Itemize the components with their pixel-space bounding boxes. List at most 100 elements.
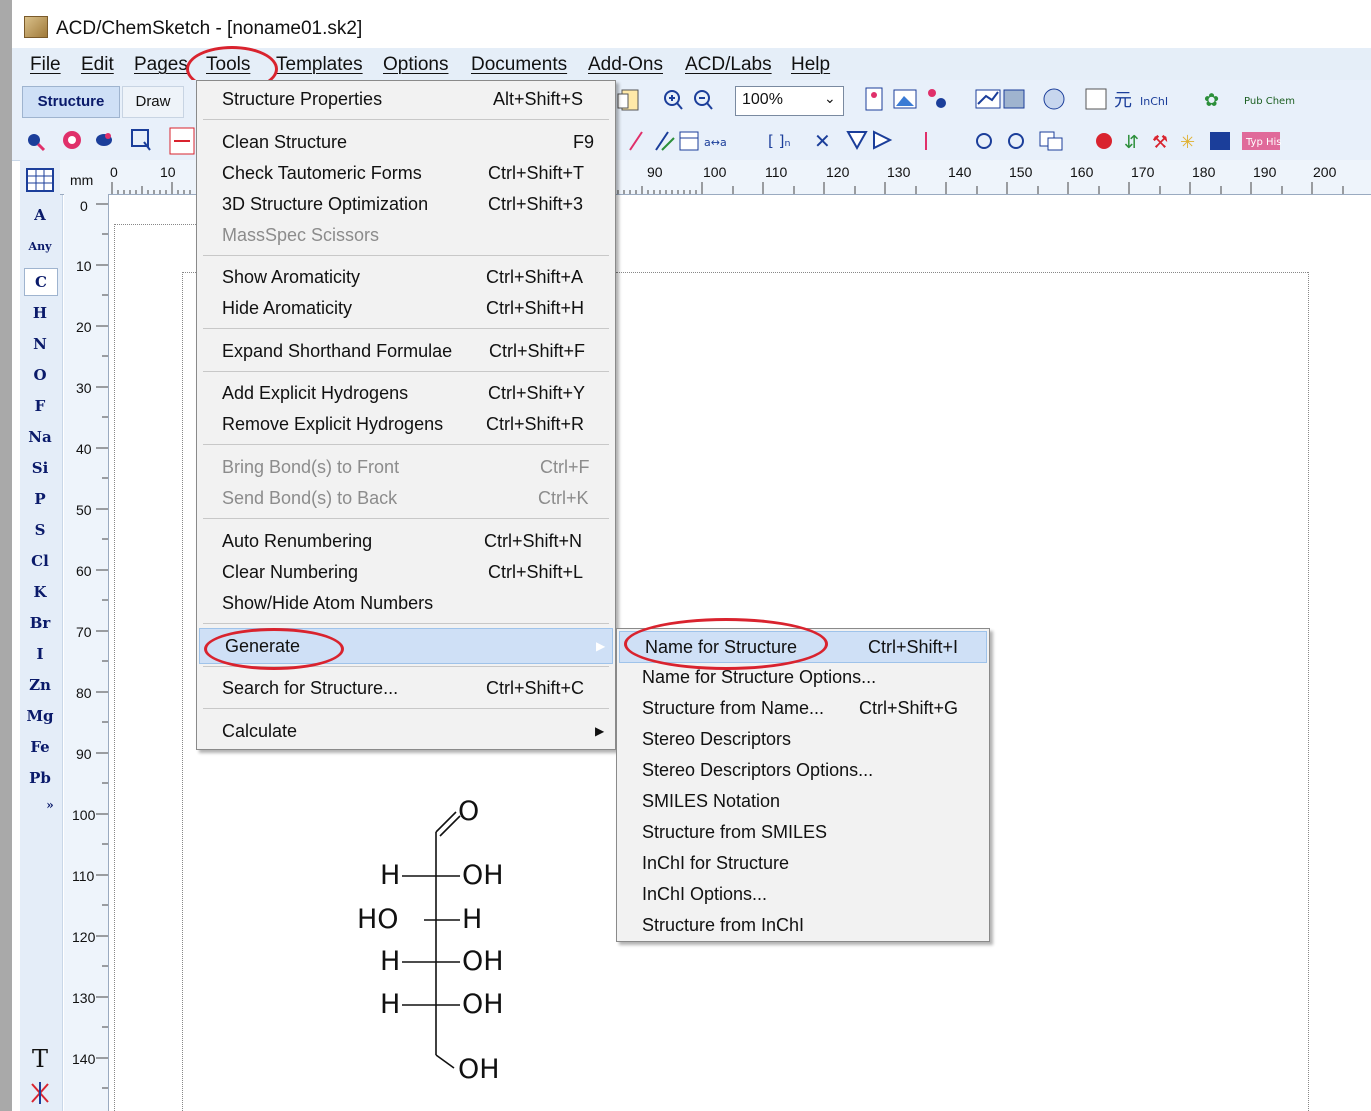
menu-item-structure-properties[interactable]: Structure Properties Alt+Shift+S: [197, 84, 615, 114]
menu-item-bring-bonds-to-front[interactable]: Bring Bond(s) to Front Ctrl+F: [197, 452, 615, 482]
mol-info-icon[interactable]: [1210, 132, 1230, 150]
reaction-arrow-icon[interactable]: [655, 131, 675, 151]
menu-item-stereo-descriptors[interactable]: Stereo Descriptors: [617, 724, 989, 754]
run-icon[interactable]: ⚒: [1152, 132, 1168, 153]
menu-item-show-hide-atom-numbers[interactable]: Show/Hide Atom Numbers: [197, 588, 615, 618]
tautomer-icon[interactable]: [1085, 88, 1107, 110]
menu-options[interactable]: Options: [383, 54, 448, 76]
name-icon[interactable]: 元: [1114, 90, 1132, 111]
menu-acdlabs[interactable]: ACD/Labs: [685, 54, 772, 76]
typ-his-icon[interactable]: Typ His: [1242, 132, 1282, 150]
menu-item-name-for-structure-options[interactable]: Name for Structure Options...: [617, 662, 989, 692]
3d-viewer-icon[interactable]: [865, 87, 883, 111]
pubchem-icon[interactable]: Pub Chem: [1244, 96, 1295, 107]
atom-o-button[interactable]: O: [24, 362, 56, 388]
atom-c-button[interactable]: C: [24, 268, 58, 296]
menu-item-calculate[interactable]: Calculate ▶: [197, 716, 615, 746]
menu-pages[interactable]: Pages: [134, 54, 188, 76]
menu-item-check-tautomeric-forms[interactable]: Check Tautomeric Forms Ctrl+Shift+T: [197, 158, 615, 188]
menu-item-inchi-options[interactable]: InChI Options...: [617, 879, 989, 909]
copy-to-page-icon[interactable]: [617, 89, 639, 111]
menu-item-expand-shorthand-formulae[interactable]: Expand Shorthand Formulae Ctrl+Shift+F: [197, 336, 615, 366]
menu-add-ons[interactable]: Add-Ons: [588, 54, 663, 76]
selection-rect-icon[interactable]: [131, 129, 151, 151]
menu-item-stereo-descriptors-options[interactable]: Stereo Descriptors Options...: [617, 755, 989, 785]
rotate-left-icon[interactable]: [976, 133, 992, 149]
atom-k-button[interactable]: K: [24, 579, 56, 605]
atom-cl-button[interactable]: Cl: [24, 548, 56, 574]
menu-file[interactable]: File: [30, 54, 61, 76]
menu-item-show-aromaticity[interactable]: Show Aromaticity Ctrl+Shift+A: [197, 262, 615, 292]
menu-item-smiles-notation[interactable]: SMILES Notation: [617, 786, 989, 816]
structure-mode-button[interactable]: Structure: [22, 86, 120, 118]
atom-any-button[interactable]: Any: [24, 234, 56, 260]
atom-f-button[interactable]: F: [24, 393, 56, 419]
atom-pb-button[interactable]: Pb: [24, 765, 56, 791]
menu-item-send-bonds-to-back[interactable]: Send Bond(s) to Back Ctrl+K: [197, 483, 615, 513]
menu-item-3d-structure-optimization[interactable]: 3D Structure Optimization Ctrl+Shift+3: [197, 189, 615, 219]
menu-item-auto-renumbering[interactable]: Auto Renumbering Ctrl+Shift+N: [197, 526, 615, 556]
image-icon[interactable]: [893, 89, 917, 109]
table-icon[interactable]: [1003, 89, 1025, 109]
zoom-in-icon[interactable]: [664, 90, 683, 110]
menu-item-search-for-structure[interactable]: Search for Structure... Ctrl+Shift+C: [197, 673, 615, 703]
atom-i-button[interactable]: I: [24, 641, 56, 667]
atom-s-button[interactable]: S: [24, 517, 56, 543]
group-icon[interactable]: [1039, 131, 1063, 151]
atom-a-button[interactable]: A: [24, 202, 56, 228]
menu-tools[interactable]: Tools: [206, 54, 250, 76]
refresh-icon[interactable]: [1096, 133, 1112, 149]
delete-bond-icon[interactable]: ✕: [814, 129, 831, 153]
menu-item-massspec-scissors[interactable]: MassSpec Scissors: [197, 220, 615, 250]
menu-item-add-explicit-hydrogens[interactable]: Add Explicit Hydrogens Ctrl+Shift+Y: [197, 378, 615, 408]
bracket-icon[interactable]: [ ]ₙ: [768, 132, 790, 150]
isotope-icon[interactable]: ✳: [1180, 132, 1195, 153]
molecule-viewer-icon[interactable]: [928, 89, 946, 108]
menu-item-name-for-structure[interactable]: Name for Structure Ctrl+Shift+I: [619, 631, 987, 663]
more-atoms-icon[interactable]: »: [34, 792, 66, 818]
menu-item-structure-from-inchi[interactable]: Structure from InChI: [617, 910, 989, 940]
flip-vertical-icon[interactable]: [846, 131, 868, 151]
menu-edit[interactable]: Edit: [81, 54, 114, 76]
atom-p-button[interactable]: P: [24, 486, 56, 512]
bond-tool-icon[interactable]: [169, 127, 195, 155]
menu-item-remove-explicit-hydrogens[interactable]: Remove Explicit Hydrogens Ctrl+Shift+R: [197, 409, 615, 439]
menu-item-hide-aromaticity[interactable]: Hide Aromaticity Ctrl+Shift+H: [197, 293, 615, 323]
select-icon[interactable]: [28, 134, 46, 152]
periodic-table-icon[interactable]: [24, 166, 56, 194]
inchi-icon[interactable]: InChI: [1140, 95, 1168, 108]
atom-na-button[interactable]: Na: [24, 424, 56, 450]
zoom-select[interactable]: 100% ⌄: [735, 86, 844, 116]
atom-h-button[interactable]: H: [24, 300, 56, 326]
menu-item-structure-from-smiles[interactable]: Structure from SMILES: [617, 817, 989, 847]
database-icon[interactable]: [1043, 88, 1065, 110]
menu-item-structure-from-name[interactable]: Structure from Name... Ctrl+Shift+G: [617, 693, 989, 723]
menu-templates[interactable]: Templates: [276, 54, 363, 76]
clear-atom-icon[interactable]: [28, 1080, 52, 1108]
arrow-icon[interactable]: [629, 131, 643, 151]
atom-map-icon[interactable]: a↔a: [704, 136, 727, 149]
menu-item-clean-structure[interactable]: Clean Structure F9: [197, 127, 615, 157]
atom-br-button[interactable]: Br: [24, 610, 56, 636]
atom-fe-button[interactable]: Fe: [24, 734, 56, 760]
atom-n-button[interactable]: N: [24, 331, 56, 357]
atom-si-button[interactable]: Si: [24, 455, 56, 481]
zoom-out-icon[interactable]: [694, 90, 713, 110]
lasso-icon[interactable]: [63, 131, 81, 149]
menu-help[interactable]: Help: [791, 54, 830, 76]
rotate-icon[interactable]: [96, 133, 112, 146]
chemistry-icon[interactable]: ✿: [1204, 90, 1219, 111]
atom-mg-button[interactable]: Mg: [24, 703, 56, 729]
menu-documents[interactable]: Documents: [471, 54, 567, 76]
chemsketch-app-icon[interactable]: [24, 16, 48, 38]
draw-mode-button[interactable]: Draw: [122, 86, 184, 118]
rotate-right-icon[interactable]: [1008, 133, 1024, 149]
flip-horizontal-icon[interactable]: [873, 130, 893, 150]
menu-item-generate[interactable]: Generate ▶: [199, 628, 613, 664]
menu-item-clear-numbering[interactable]: Clear Numbering Ctrl+Shift+L: [197, 557, 615, 587]
text-tool-icon[interactable]: T: [24, 1046, 56, 1072]
atom-zn-button[interactable]: Zn: [24, 672, 56, 698]
chart-icon[interactable]: [975, 89, 1001, 109]
table-tool-icon[interactable]: [679, 131, 699, 151]
dipole-icon[interactable]: ⇵: [1124, 132, 1139, 153]
